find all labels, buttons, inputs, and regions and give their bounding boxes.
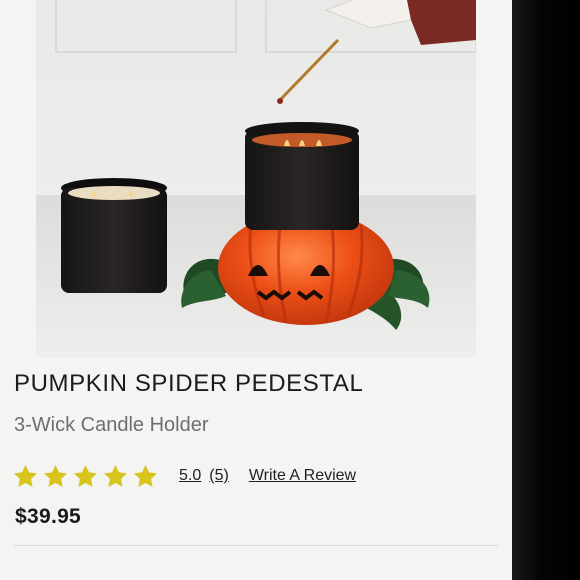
rating-row: 5.0 (5) Write A Review xyxy=(12,460,356,492)
rating-score-link[interactable]: 5.0 xyxy=(179,467,201,485)
write-review-link[interactable]: Write A Review xyxy=(249,467,356,485)
star-icon xyxy=(42,463,69,490)
star-rating[interactable] xyxy=(12,463,159,490)
product-image[interactable] xyxy=(36,0,476,358)
product-page-screen: PUMPKIN SPIDER PEDESTAL 3-Wick Candle Ho… xyxy=(0,0,512,580)
divider xyxy=(14,545,498,546)
star-icon xyxy=(102,463,129,490)
star-icon xyxy=(72,463,99,490)
product-price: $39.95 xyxy=(15,505,82,528)
product-photo-illustration xyxy=(36,0,476,358)
device-bezel xyxy=(512,0,580,580)
product-title: PUMPKIN SPIDER PEDESTAL xyxy=(14,370,364,397)
star-icon xyxy=(12,463,39,490)
star-icon xyxy=(132,463,159,490)
rating-count-link[interactable]: (5) xyxy=(209,467,229,485)
product-subtitle: 3-Wick Candle Holder xyxy=(14,414,209,436)
